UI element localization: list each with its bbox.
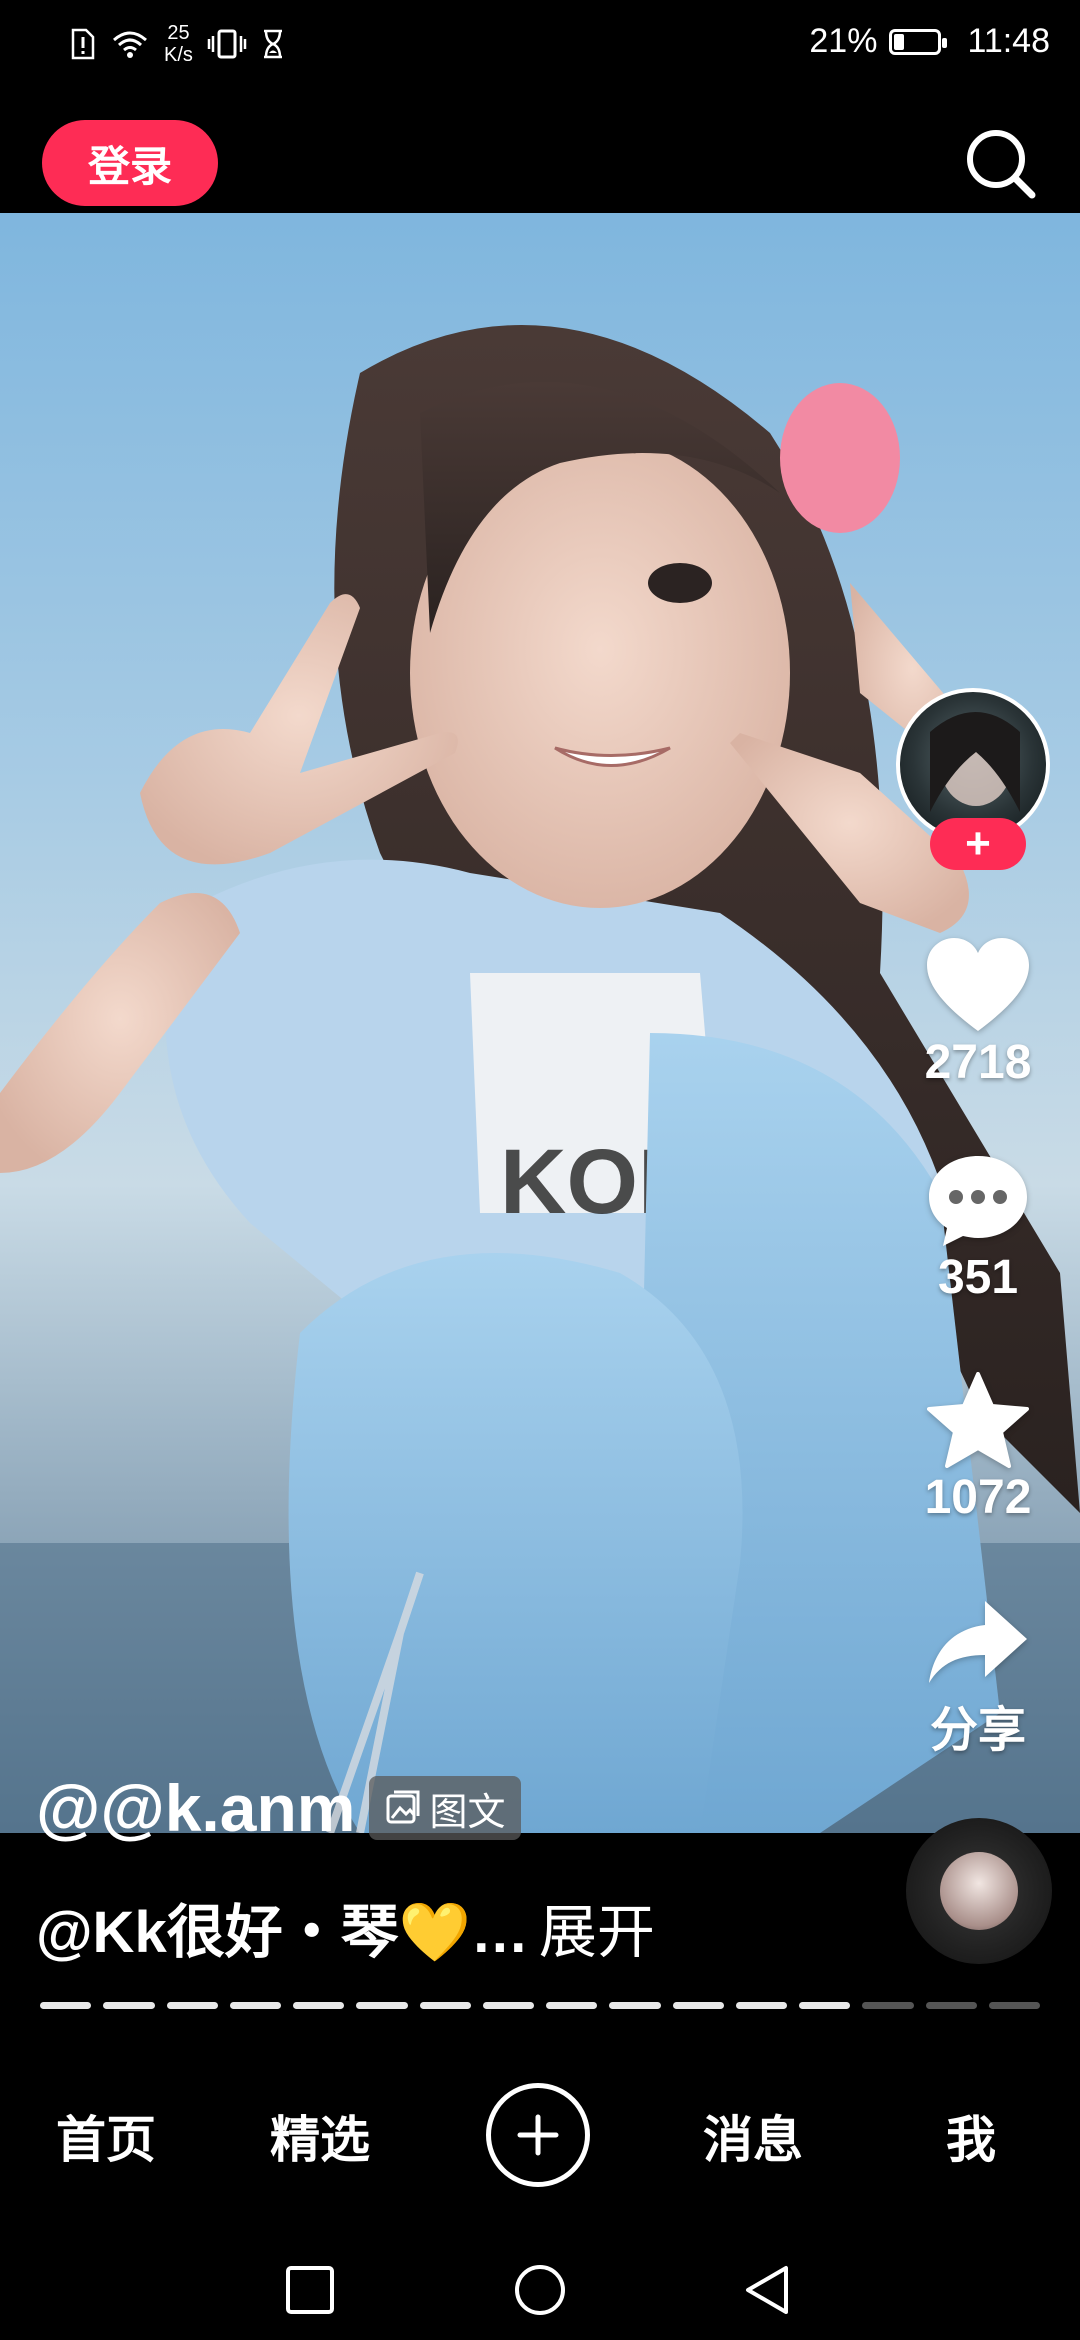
sim-alert-icon xyxy=(71,28,95,60)
image-icon xyxy=(386,1790,420,1824)
search-icon[interactable] xyxy=(960,123,1040,203)
nav-me[interactable]: 我 xyxy=(946,2100,996,2172)
status-right: 21% 11:48 xyxy=(809,22,1050,61)
progress-segment xyxy=(40,2002,92,2009)
hourglass-icon xyxy=(263,29,282,59)
progress-segment xyxy=(988,2002,1040,2009)
post-type-tag: 图文 xyxy=(369,1776,522,1840)
post-description[interactable]: @Kk很好・琴💛… 展开 xyxy=(36,1885,655,1969)
author-avatar-group: + xyxy=(896,688,1056,870)
net-speed-unit: K/s xyxy=(164,44,193,66)
triangle-back-icon[interactable] xyxy=(740,2262,796,2318)
nav-messages[interactable]: 消息 xyxy=(703,2100,803,2172)
music-cover xyxy=(940,1852,1018,1930)
battery-icon xyxy=(889,28,948,55)
clock: 11:48 xyxy=(967,22,1050,60)
comment-icon[interactable] xyxy=(923,1150,1033,1250)
author-name[interactable]: @@k.anm xyxy=(36,1770,355,1846)
favorite-action[interactable]: 1072 xyxy=(898,1370,1058,1525)
create-button[interactable] xyxy=(486,2083,590,2187)
share-icon[interactable] xyxy=(923,1595,1033,1690)
bottom-nav: 首页 精选 消息 我 xyxy=(0,2080,1080,2190)
expand-link[interactable]: 展开 xyxy=(539,1885,655,1969)
progress-segment xyxy=(546,2002,598,2009)
progress-segment xyxy=(672,2002,724,2009)
author-row: @@k.anm 图文 xyxy=(36,1770,522,1846)
net-speed: 25 K/s xyxy=(164,22,193,66)
avatar-image xyxy=(930,712,1020,812)
share-label: 分享 xyxy=(929,1704,1026,1757)
system-nav-bar xyxy=(0,2240,1080,2340)
progress-segment xyxy=(482,2002,534,2009)
heart-icon[interactable] xyxy=(923,935,1033,1035)
progress-segment xyxy=(609,2002,661,2009)
status-bar: 25 K/s 21% 11:48 xyxy=(0,0,1080,95)
share-action[interactable]: 分享 xyxy=(898,1595,1058,1760)
progress-segment xyxy=(293,2002,345,2009)
image-progress-bar xyxy=(40,2002,1040,2010)
plus-icon xyxy=(517,2114,559,2156)
follow-button[interactable]: + xyxy=(930,818,1026,870)
progress-segment xyxy=(229,2002,281,2009)
nav-home[interactable]: 首页 xyxy=(56,2100,156,2172)
net-speed-value: 25 xyxy=(167,22,190,44)
progress-segment xyxy=(735,2002,787,2009)
comment-action[interactable]: 351 xyxy=(898,1150,1058,1305)
square-icon[interactable] xyxy=(282,2262,338,2318)
battery-percent: 21% xyxy=(809,22,878,60)
progress-segment xyxy=(862,2002,914,2009)
comment-count: 351 xyxy=(937,1251,1019,1304)
wifi-icon xyxy=(113,31,147,58)
vibrate-icon xyxy=(207,29,247,59)
post-type-label: 图文 xyxy=(429,1791,506,1834)
battery-fill xyxy=(894,33,905,50)
login-button[interactable]: 登录 xyxy=(42,120,218,206)
favorite-count: 1072 xyxy=(924,1471,1032,1524)
progress-segment xyxy=(166,2002,218,2009)
progress-segment xyxy=(799,2002,851,2009)
nav-featured[interactable]: 精选 xyxy=(270,2100,370,2172)
star-icon[interactable] xyxy=(923,1370,1033,1470)
like-count: 2718 xyxy=(924,1036,1032,1089)
top-bar: 登录 xyxy=(0,95,1080,213)
progress-segment xyxy=(356,2002,408,2009)
music-disc[interactable] xyxy=(906,1818,1052,1964)
progress-segment xyxy=(103,2002,155,2009)
progress-segment xyxy=(925,2002,977,2009)
status-left: 25 K/s xyxy=(70,22,285,66)
progress-segment xyxy=(419,2002,471,2009)
circle-icon[interactable] xyxy=(512,2262,568,2318)
like-action[interactable]: 2718 xyxy=(898,935,1058,1090)
description-text: @Kk很好・琴💛… xyxy=(36,1900,529,1965)
plus-icon: + xyxy=(965,819,991,868)
